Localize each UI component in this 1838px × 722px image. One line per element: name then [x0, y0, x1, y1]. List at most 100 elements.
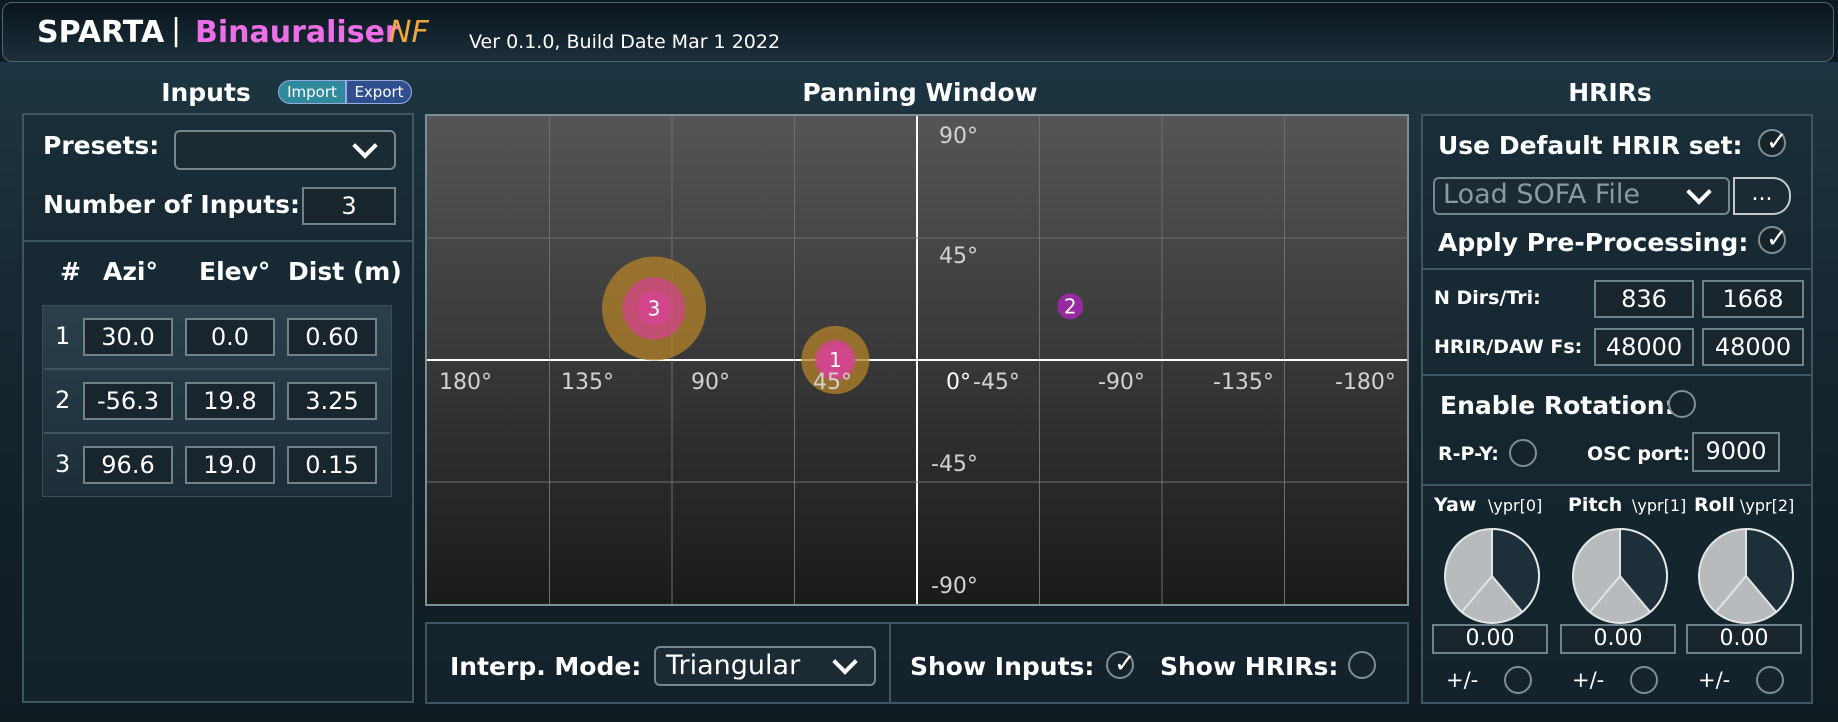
osc-port-field[interactable]: 9000: [1692, 432, 1780, 472]
roll-label: Roll: [1694, 494, 1735, 516]
n-dirs-field: 836: [1594, 280, 1694, 318]
elev-field-3[interactable]: 19.0: [185, 446, 275, 484]
use-default-hrir-checkbox[interactable]: ✓: [1758, 127, 1788, 157]
yaw-flip-toggle[interactable]: [1504, 666, 1532, 694]
inputs-divider: [24, 240, 412, 242]
dist-field-1[interactable]: 0.60: [287, 318, 377, 356]
presets-label: Presets:: [43, 131, 160, 160]
col-header-elev: Elev°: [199, 257, 271, 286]
yaw-flip-label: +/-: [1446, 668, 1479, 692]
hrirs-title: HRIRs: [1568, 78, 1652, 107]
checkmark-icon: ✓: [1766, 224, 1788, 254]
show-hrirs-checkbox[interactable]: [1348, 651, 1376, 679]
hrirs-divider: [1423, 484, 1811, 486]
sofa-file-placeholder: Load SOFA File: [1443, 179, 1641, 210]
yaw-label: Yaw: [1434, 494, 1477, 516]
pitch-group: Pitch \ypr[1] 0.00 +/-: [1558, 494, 1686, 700]
enable-rotation-toggle[interactable]: [1668, 390, 1696, 418]
elev-field-2[interactable]: 19.8: [185, 382, 275, 420]
interp-mode-dropdown[interactable]: Triangular: [654, 646, 876, 686]
roll-flip-label: +/-: [1698, 668, 1731, 692]
yaw-value-field[interactable]: 0.00: [1432, 624, 1548, 654]
hrir-fs-field: 48000: [1594, 328, 1694, 366]
osc-port-label: OSC port:: [1587, 443, 1691, 465]
roll-osc-label: \ypr[2]: [1740, 496, 1795, 515]
sofa-file-dropdown[interactable]: Load SOFA File: [1433, 177, 1730, 215]
n-tri-field: 1668: [1702, 280, 1804, 318]
checkmark-icon: ✓: [1114, 649, 1136, 679]
row-divider: [44, 432, 390, 434]
browse-sofa-button[interactable]: ...: [1733, 177, 1791, 215]
col-header-dist: Dist (m): [288, 257, 402, 286]
daw-fs-field: 48000: [1702, 328, 1804, 366]
brand-name: SPARTA: [37, 15, 165, 50]
interp-mode-label: Interp. Mode:: [450, 652, 642, 681]
roll-flip-toggle[interactable]: [1756, 666, 1784, 694]
row-index-2: 2: [55, 386, 71, 414]
source-label: 2: [1064, 294, 1077, 318]
azi-tick-label: 180°: [439, 370, 492, 395]
azi-field-1[interactable]: 30.0: [83, 318, 173, 356]
dist-field-2[interactable]: 3.25: [287, 382, 377, 420]
col-header-index: #: [60, 257, 81, 286]
source-marker-3[interactable]: 3: [602, 256, 707, 361]
panning-grid: [427, 116, 1407, 604]
elev-tick-label: -90°: [931, 574, 978, 599]
show-inputs-label: Show Inputs:: [910, 652, 1095, 681]
azi-field-3[interactable]: 96.6: [83, 446, 173, 484]
dist-field-3[interactable]: 0.15: [287, 446, 377, 484]
row-index-3: 3: [55, 450, 71, 478]
plugin-suffix: NF: [389, 15, 429, 50]
plugin-name: Binauraliser: [195, 15, 400, 50]
panning-title: Panning Window: [802, 78, 1038, 107]
enable-rotation-label: Enable Rotation:: [1440, 391, 1675, 420]
azi-tick-label: -180°: [1335, 370, 1396, 395]
panning-window[interactable]: 123 90° 45° -45° -90° 180° 135° 90° 45° …: [425, 114, 1409, 606]
roll-group: Roll \ypr[2] 0.00 +/-: [1684, 494, 1810, 700]
show-hrirs-label: Show HRIRs:: [1160, 652, 1339, 681]
source-label: 1: [829, 348, 842, 372]
yaw-knob[interactable]: [1440, 524, 1544, 632]
hrir-daw-fs-label: HRIR/DAW Fs:: [1434, 336, 1583, 358]
pitch-label: Pitch: [1568, 494, 1623, 516]
num-inputs-label: Number of Inputs:: [43, 190, 301, 219]
row-index-1: 1: [55, 322, 71, 350]
azi-tick-label: 0°: [946, 370, 971, 395]
elev-field-1[interactable]: 0.0: [185, 318, 275, 356]
n-dirs-tri-label: N Dirs/Tri:: [1434, 287, 1541, 309]
checkmark-icon: ✓: [1766, 127, 1788, 157]
controls-divider: [889, 624, 891, 702]
source-marker-2[interactable]: 2: [1057, 293, 1084, 320]
pitch-knob[interactable]: [1568, 524, 1672, 632]
import-button[interactable]: Import: [278, 80, 346, 104]
chevron-down-icon: [832, 649, 858, 675]
brand-divider: |: [171, 13, 182, 48]
pitch-osc-label: \ypr[1]: [1632, 496, 1687, 515]
version-text: Ver 0.1.0, Build Date Mar 1 2022: [469, 31, 781, 53]
azi-field-2[interactable]: -56.3: [83, 382, 173, 420]
presets-dropdown[interactable]: [174, 130, 396, 170]
yaw-group: Yaw \ypr[0] 0.00 +/-: [1432, 494, 1560, 700]
hrirs-divider: [1423, 374, 1811, 376]
use-default-hrir-label: Use Default HRIR set:: [1438, 131, 1743, 160]
panning-canvas: 1 2 3: [427, 116, 1407, 604]
roll-value-field[interactable]: 0.00: [1686, 624, 1802, 654]
num-inputs-field[interactable]: 3: [302, 187, 396, 225]
chevron-down-icon: [352, 133, 378, 159]
azi-tick-label: -135°: [1213, 370, 1274, 395]
pitch-value-field[interactable]: 0.00: [1560, 624, 1676, 654]
azi-tick-label: 90°: [691, 370, 730, 395]
azi-tick-label: -45°: [973, 370, 1020, 395]
azi-tick-label: 45°: [813, 370, 852, 395]
rpy-toggle[interactable]: [1509, 439, 1537, 467]
chevron-down-icon: [1686, 179, 1712, 205]
export-button[interactable]: Export: [346, 80, 412, 104]
source-label: 3: [648, 296, 661, 320]
apply-preprocessing-checkbox[interactable]: ✓: [1758, 224, 1788, 254]
apply-preprocessing-label: Apply Pre-Processing:: [1438, 228, 1749, 257]
show-inputs-checkbox[interactable]: ✓: [1106, 649, 1136, 679]
title-bar: SPARTA | Binauraliser NF Ver 0.1.0, Buil…: [2, 2, 1834, 62]
azi-tick-label: 135°: [561, 370, 614, 395]
roll-knob[interactable]: [1694, 524, 1798, 632]
pitch-flip-toggle[interactable]: [1630, 666, 1658, 694]
